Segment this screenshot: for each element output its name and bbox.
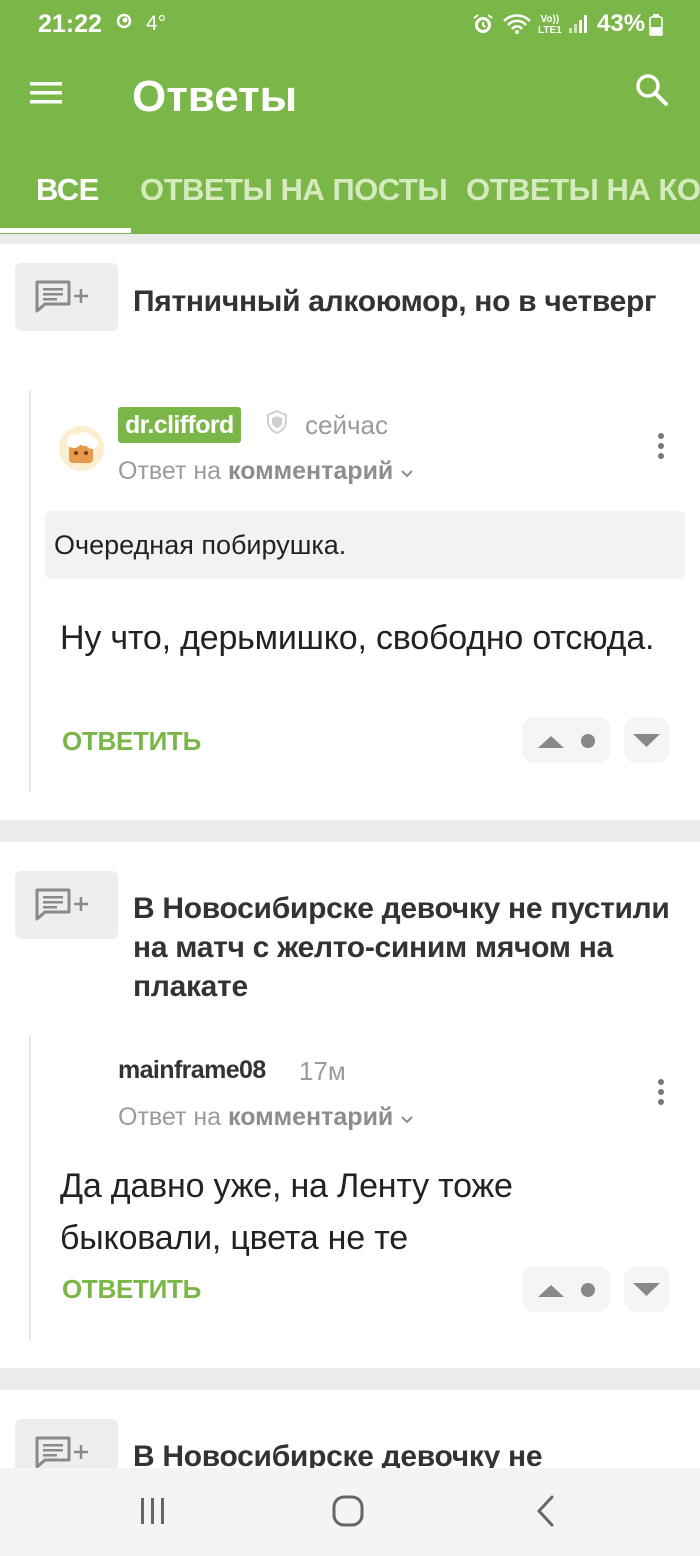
- more-vert-icon[interactable]: [650, 1076, 672, 1112]
- active-tab-indicator: [0, 228, 131, 233]
- status-temperature: 4°: [146, 12, 167, 35]
- signal-icon: [568, 13, 590, 40]
- arrow-down-icon: [633, 1283, 660, 1296]
- arrow-up-icon: [538, 1283, 595, 1297]
- tab-comment-replies[interactable]: ОТВЕТЫ НА КО: [466, 172, 700, 208]
- comment-text: Да давно уже, на Ленту тоже быковали, цв…: [60, 1167, 513, 1257]
- thread-line: [29, 1036, 31, 1340]
- status-time: 21:22: [38, 10, 102, 38]
- add-comment-icon[interactable]: [15, 263, 118, 331]
- battery-level: 43%: [597, 10, 646, 37]
- system-nav-bar: [0, 1468, 700, 1556]
- tab-bar: ВСЕ ОТВЕТЫ НА ПОСТЫ ОТВЕТЫ НА КО: [0, 152, 700, 234]
- comment-time: сейчас: [305, 410, 388, 440]
- more-vert-icon[interactable]: [650, 430, 672, 466]
- quoted-comment[interactable]: Очередная побирушка.: [45, 511, 685, 579]
- reply-button[interactable]: ОТВЕТИТЬ: [62, 726, 201, 757]
- reply-button[interactable]: ОТВЕТИТЬ: [62, 1274, 201, 1305]
- author-name[interactable]: dr.clifford: [118, 407, 241, 443]
- alarm-icon: [472, 13, 494, 40]
- reply-card: Пятничный алкоюмор, но в четверг dr.clif…: [0, 244, 700, 820]
- comment-text: Ну что, дерьмишко, свободно отсюда.: [60, 619, 655, 657]
- menu-icon[interactable]: [30, 80, 74, 116]
- reply-to[interactable]: Ответ на комментарий: [118, 1103, 414, 1132]
- shield-icon: [266, 409, 288, 439]
- chevron-down-icon[interactable]: [400, 457, 414, 485]
- recent-apps-icon[interactable]: [138, 1496, 168, 1531]
- post-title[interactable]: В Новосибирске девочку не пустили на мат…: [133, 889, 673, 1006]
- network-type: Vo)) LTE1: [538, 14, 562, 36]
- battery-icon: [649, 14, 663, 41]
- avatar[interactable]: [59, 426, 104, 471]
- add-comment-icon[interactable]: [15, 871, 118, 939]
- reply-card: В Новосибирске девочку не пустили на мат…: [0, 842, 700, 1368]
- search-icon[interactable]: [634, 72, 678, 116]
- network-label-top: Vo)): [540, 14, 560, 25]
- reply-to-prefix: Ответ на: [118, 1103, 222, 1131]
- top-bar: 21:22 4° Vo)) LTE1 43% Ответы ВСЕ ОТВЕТЫ…: [0, 0, 700, 234]
- vote-down-button[interactable]: [624, 717, 669, 763]
- back-icon[interactable]: [534, 1494, 558, 1533]
- author-name[interactable]: mainframe08: [118, 1056, 266, 1085]
- reply-to-target[interactable]: комментарий: [228, 457, 393, 485]
- chevron-down-icon[interactable]: [400, 1103, 414, 1131]
- page-title: Ответы: [132, 72, 298, 121]
- post-title[interactable]: Пятничный алкоюмор, но в четверг: [133, 282, 673, 321]
- thread-line: [29, 390, 31, 792]
- reply-to-target[interactable]: комментарий: [228, 1103, 393, 1131]
- arrow-down-icon: [633, 734, 660, 747]
- notification-icon: [116, 13, 132, 34]
- wifi-icon: [502, 13, 532, 40]
- vote-up-button[interactable]: [522, 717, 610, 763]
- home-icon[interactable]: [331, 1494, 365, 1533]
- vote-up-button[interactable]: [522, 1266, 610, 1312]
- status-bar: 21:22 4° Vo)) LTE1 43%: [0, 0, 700, 52]
- reply-to-prefix: Ответ на: [118, 457, 222, 485]
- network-label-bottom: LTE1: [538, 25, 562, 36]
- arrow-up-icon: [538, 734, 595, 748]
- reply-to[interactable]: Ответ на комментарий: [118, 457, 414, 486]
- vote-down-button[interactable]: [624, 1266, 669, 1312]
- app-bar: Ответы: [0, 52, 700, 152]
- tab-post-replies[interactable]: ОТВЕТЫ НА ПОСТЫ: [140, 172, 448, 208]
- comment-time: 17м: [299, 1056, 346, 1086]
- tab-all[interactable]: ВСЕ: [36, 172, 99, 208]
